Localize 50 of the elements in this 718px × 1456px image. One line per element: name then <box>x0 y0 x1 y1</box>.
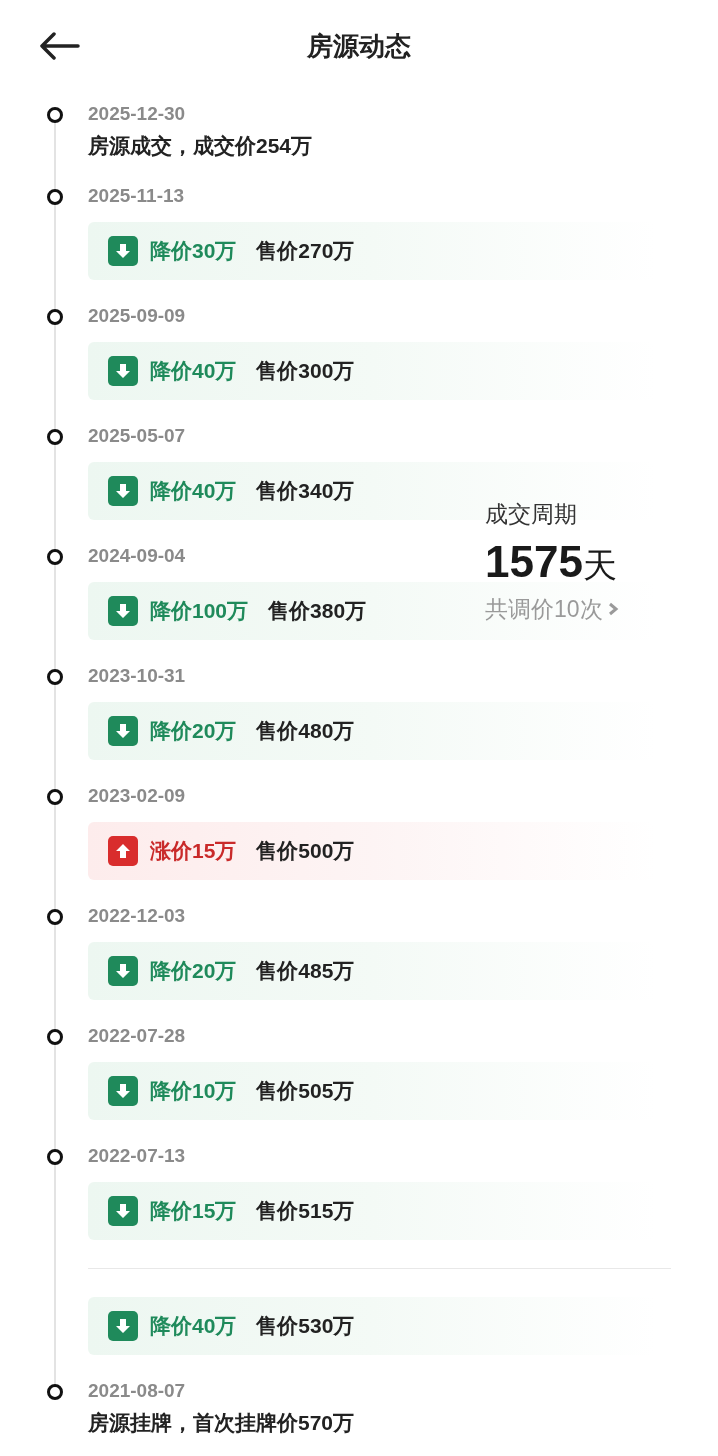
sale-price: 售价500万 <box>256 838 355 865</box>
event-date: 2024-09-04 <box>88 544 186 568</box>
event-date: 2025-09-09 <box>88 304 186 328</box>
arrow-down-icon <box>108 716 138 746</box>
event-date: 2022-07-13 <box>88 1144 186 1168</box>
event-date: 2023-10-31 <box>88 664 186 688</box>
sale-price: 售价515万 <box>256 1198 355 1225</box>
event-text: 房源成交，成交价254万 <box>88 133 313 159</box>
sale-price: 售价505万 <box>256 1078 355 1105</box>
summary-label: 成交周期 <box>485 500 578 529</box>
arrow-down-icon <box>108 1196 138 1226</box>
deal-days: 1575 <box>485 538 583 586</box>
arrow-down-icon <box>108 476 138 506</box>
adjustments-link[interactable]: 共调价10次 <box>485 593 619 625</box>
price-change: 降价40万 <box>150 478 237 505</box>
price-change: 降价30万 <box>150 238 237 265</box>
sale-price: 售价380万 <box>268 598 367 625</box>
page-title: 房源动态 <box>307 29 411 63</box>
price-change: 降价100万 <box>150 598 249 625</box>
arrow-down-icon <box>108 1076 138 1106</box>
arrow-down-icon <box>108 596 138 626</box>
sale-price: 售价530万 <box>256 1313 355 1340</box>
price-change: 降价10万 <box>150 1078 237 1105</box>
sale-price: 售价270万 <box>256 238 355 265</box>
price-change: 降价40万 <box>150 358 237 385</box>
days-unit: 天 <box>582 545 617 586</box>
arrow-down-icon <box>108 236 138 266</box>
price-change: 降价15万 <box>150 1198 237 1225</box>
event-date: 2025-05-07 <box>88 424 186 448</box>
event-date: 2025-12-30 <box>88 102 186 126</box>
event-date: 2025-11-13 <box>88 184 185 208</box>
arrow-down-icon <box>108 956 138 986</box>
arrow-up-icon <box>108 836 138 866</box>
price-change: 降价40万 <box>150 1313 237 1340</box>
sale-price: 售价300万 <box>256 358 355 385</box>
sale-price: 售价480万 <box>256 718 355 745</box>
price-change: 降价20万 <box>150 958 237 985</box>
price-change: 涨价15万 <box>150 838 237 865</box>
price-change: 降价20万 <box>150 718 237 745</box>
chevron-right-icon <box>606 601 619 617</box>
event-text: 房源挂牌，首次挂牌价570万 <box>88 1410 355 1436</box>
arrow-down-icon <box>108 356 138 386</box>
sale-price: 售价340万 <box>256 478 355 505</box>
sale-price: 售价485万 <box>256 958 355 985</box>
arrow-down-icon <box>108 1311 138 1341</box>
event-date: 2023-02-09 <box>88 784 186 808</box>
back-arrow-icon <box>38 32 80 60</box>
event-date: 2022-07-28 <box>88 1024 186 1048</box>
event-date: 2022-12-03 <box>88 904 186 928</box>
event-date: 2021-08-07 <box>88 1379 186 1403</box>
